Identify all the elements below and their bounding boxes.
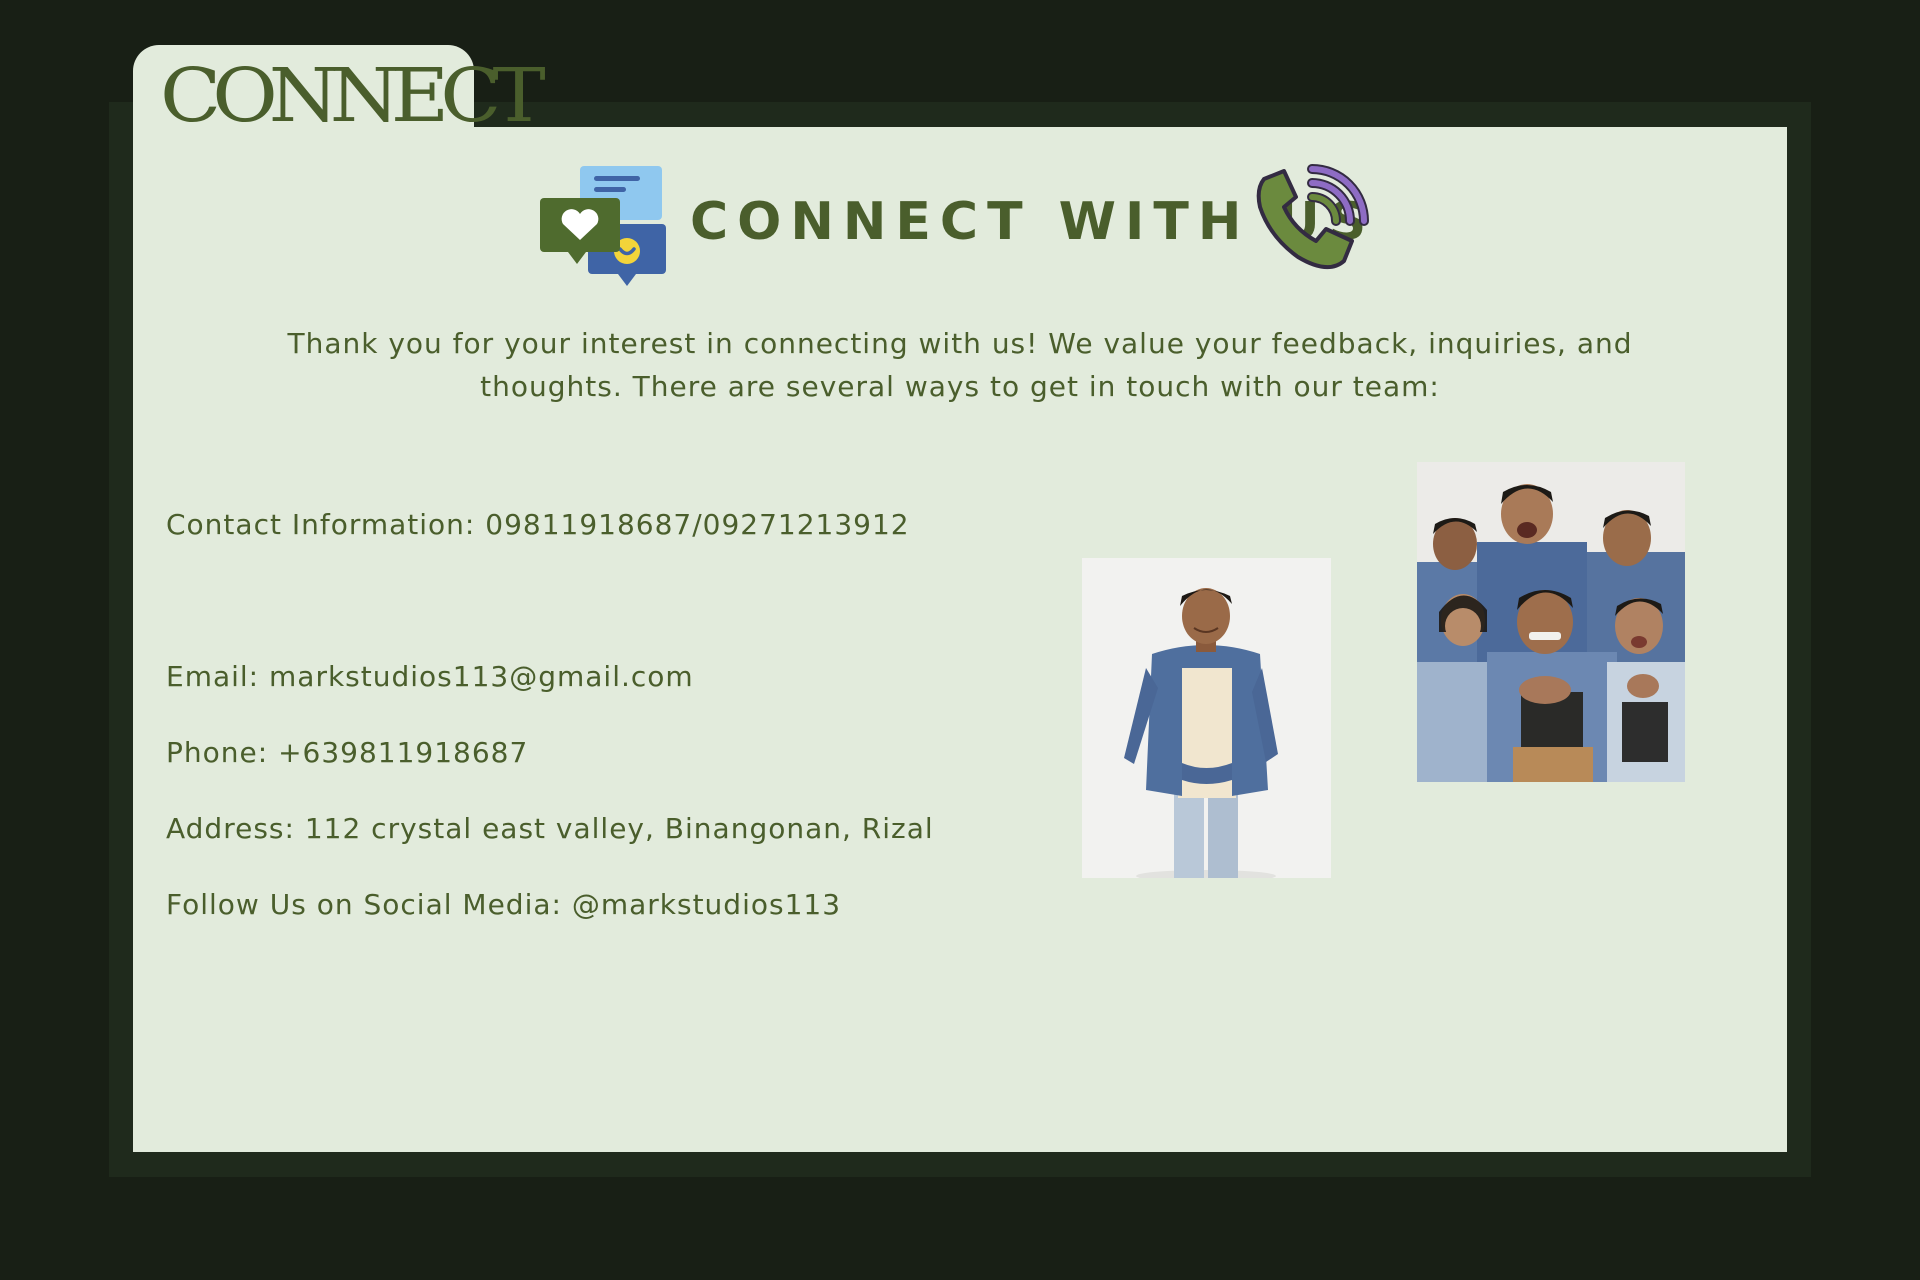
- intro-text: Thank you for your interest in connectin…: [287, 327, 1633, 403]
- contact-information: Contact Information: 09811918687/0927121…: [166, 508, 910, 541]
- group-photo: [1417, 462, 1685, 782]
- address-text: Address: 112 crystal east valley, Binang…: [166, 812, 934, 845]
- chat-bubbles-icon: [538, 162, 668, 292]
- solo-photo: [1082, 558, 1331, 878]
- tab-title: CONNECT: [160, 53, 546, 139]
- page: CONNECT CONNECT WITH US Thank you for yo…: [0, 0, 1920, 1280]
- email-text[interactable]: Email: markstudios113@gmail.com: [166, 659, 694, 695]
- phone-ringing-icon: [1252, 163, 1370, 281]
- social-media-text[interactable]: Follow Us on Social Media: @markstudios1…: [166, 887, 841, 923]
- phone-text[interactable]: Phone: +639811918687: [166, 735, 528, 771]
